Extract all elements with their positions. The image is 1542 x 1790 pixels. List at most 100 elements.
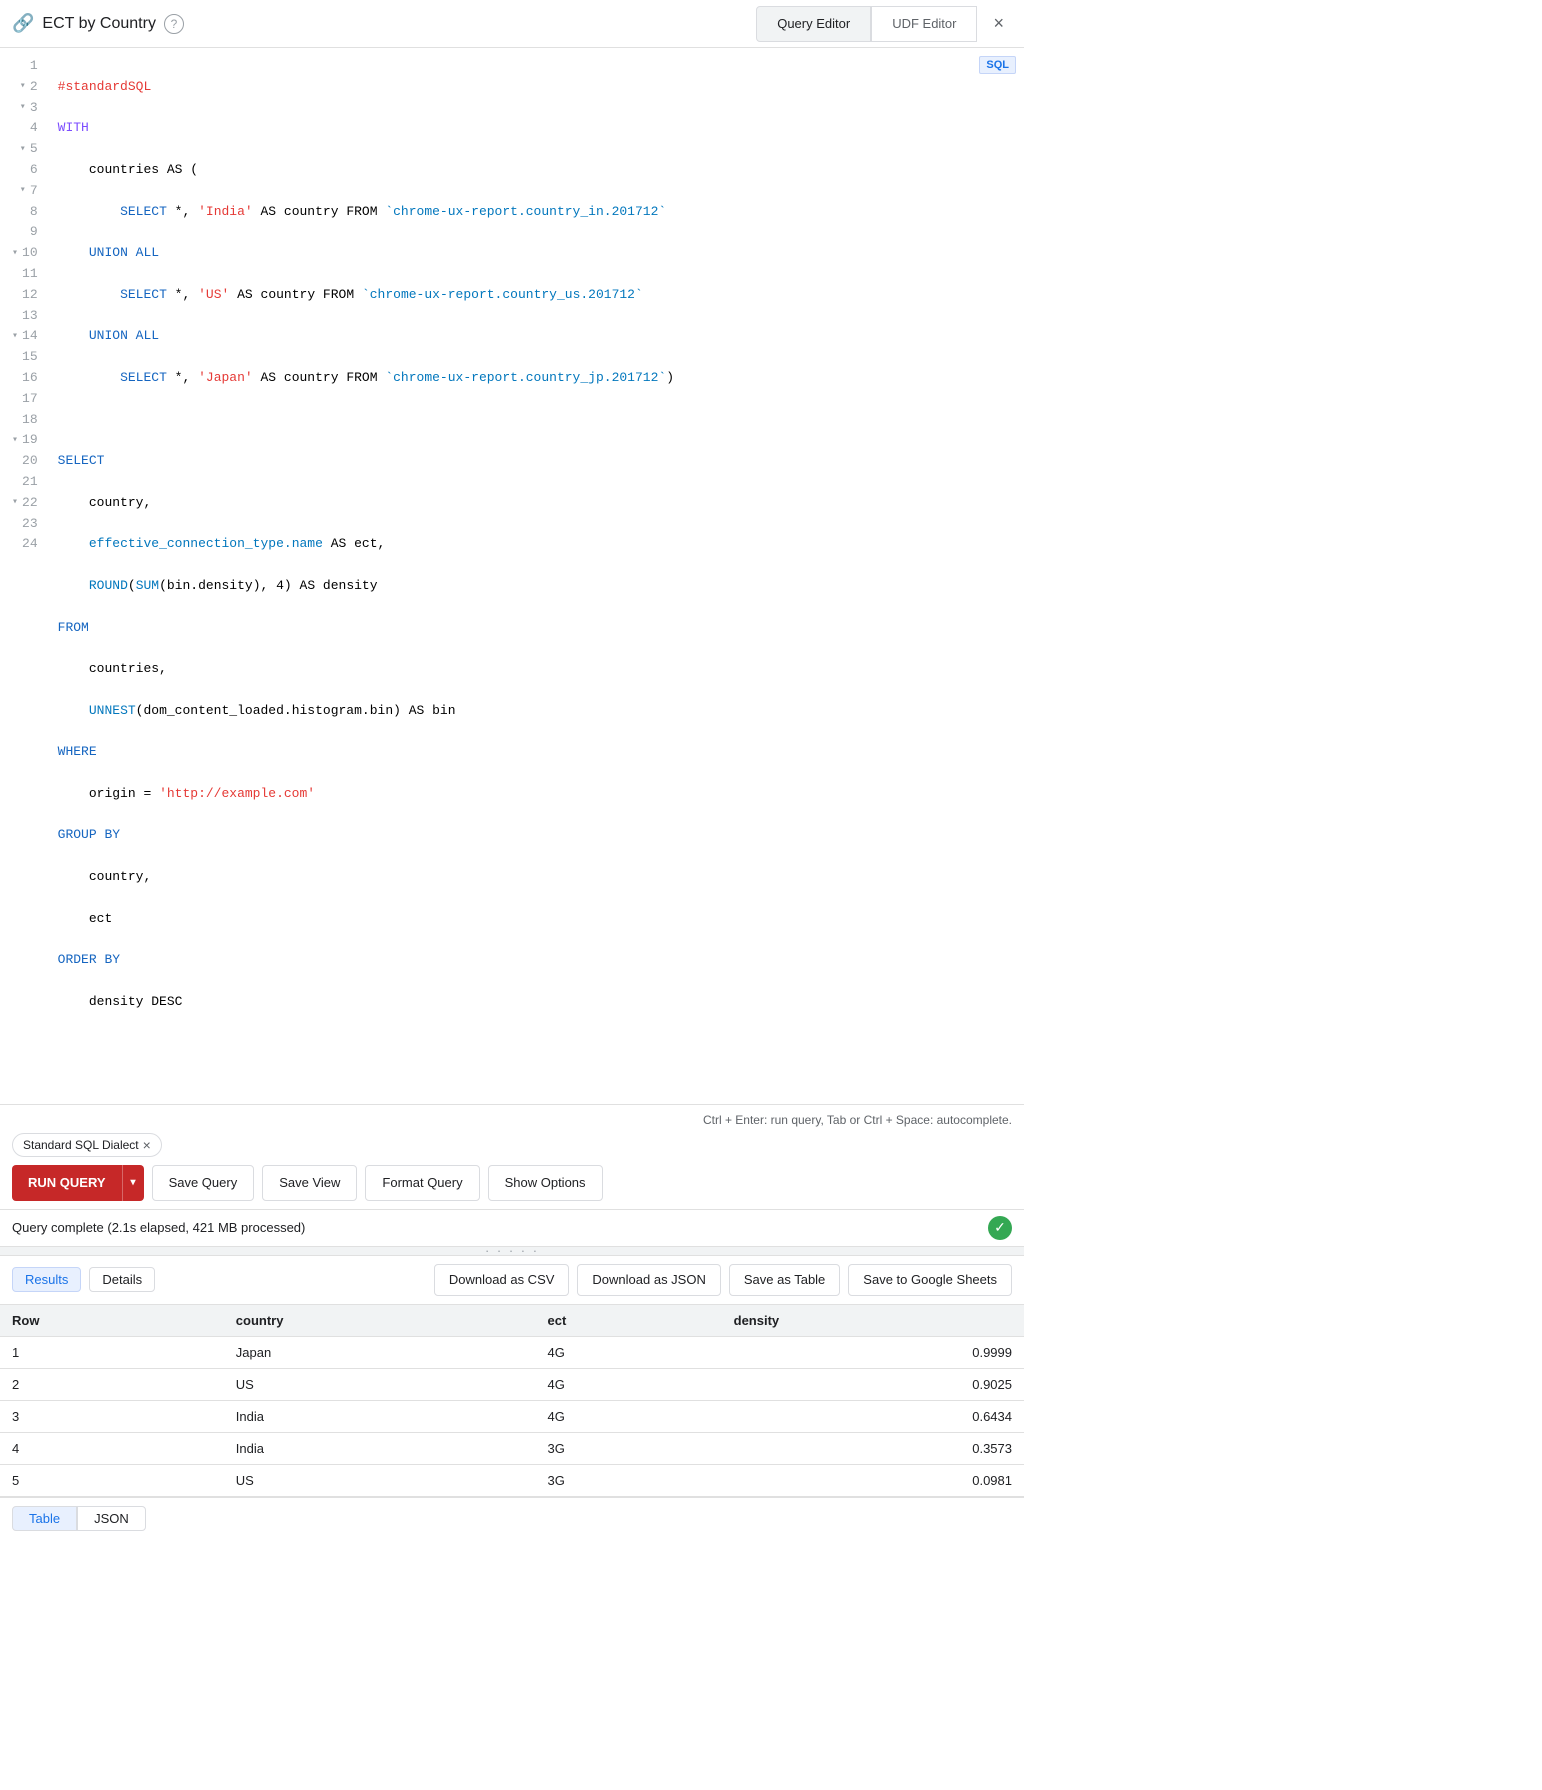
tab-details[interactable]: Details [89, 1267, 155, 1292]
code-line-21: ect [58, 909, 1012, 930]
status-bar: Query complete (2.1s elapsed, 421 MB pro… [0, 1210, 1024, 1247]
tab-query-editor[interactable]: Query Editor [756, 6, 871, 42]
run-query-label: RUN QUERY [12, 1165, 122, 1201]
code-line-15: countries, [58, 659, 1012, 680]
editor-container: SQL 1 ▾2 ▾3 4 ▾5 6 ▾7 8 9 ▾10 11 12 13 ▾… [0, 48, 1024, 1105]
tab-udf-editor[interactable]: UDF Editor [871, 6, 977, 42]
cell-row-2: 2 [0, 1368, 224, 1400]
table-row: 4 India 3G 0.3573 [0, 1432, 1024, 1464]
code-line-11: country, [58, 493, 1012, 514]
cell-density-5: 0.0981 [722, 1464, 1024, 1496]
line-19: ▾19 [12, 430, 38, 451]
code-line-23: density DESC [58, 992, 1012, 1013]
resize-handle[interactable]: · · · · · [0, 1247, 1024, 1255]
line-2: ▾2 [12, 77, 38, 98]
line-22: ▾22 [12, 493, 38, 514]
code-line-13: ROUND(SUM(bin.density), 4) AS density [58, 576, 1012, 597]
link-icon[interactable]: 🔗 [12, 13, 34, 34]
run-query-button[interactable]: RUN QUERY ▾ [12, 1165, 144, 1201]
cell-row-1: 1 [0, 1336, 224, 1368]
code-line-9 [58, 410, 1012, 431]
cell-density-4: 0.3573 [722, 1432, 1024, 1464]
code-line-8: SELECT *, 'Japan' AS country FROM `chrom… [58, 368, 1012, 389]
code-line-7: UNION ALL [58, 326, 1012, 347]
download-json-button[interactable]: Download as JSON [577, 1264, 720, 1296]
results-table: Row country ect density 1 Japan 4G 0.999… [0, 1305, 1024, 1497]
line-3: ▾3 [12, 98, 38, 119]
results-area: Results Details Download as CSV Download… [0, 1255, 1024, 1539]
save-sheets-button[interactable]: Save to Google Sheets [848, 1264, 1012, 1296]
line-4: 4 [12, 118, 38, 139]
header-tabs: Query Editor UDF Editor × [756, 6, 1012, 42]
line-8: 8 [12, 202, 38, 223]
col-header-country: country [224, 1305, 536, 1337]
resize-dots: · · · · · [485, 1243, 539, 1258]
status-text: Query complete (2.1s elapsed, 421 MB pro… [12, 1220, 305, 1235]
line-17: 17 [12, 389, 38, 410]
line-23: 23 [12, 514, 38, 535]
save-view-button[interactable]: Save View [262, 1165, 357, 1201]
code-line-12: effective_connection_type.name AS ect, [58, 534, 1012, 555]
line-5: ▾5 [12, 139, 38, 160]
line-10: ▾10 [12, 243, 38, 264]
line-14: ▾14 [12, 326, 38, 347]
cell-density-2: 0.9025 [722, 1368, 1024, 1400]
line-20: 20 [12, 451, 38, 472]
close-button[interactable]: × [985, 9, 1012, 38]
dialect-bar: Standard SQL Dialect × [12, 1133, 1012, 1157]
cell-country-2: US [224, 1368, 536, 1400]
format-query-button[interactable]: Format Query [365, 1165, 479, 1201]
toolbar-area: Ctrl + Enter: run query, Tab or Ctrl + S… [0, 1105, 1024, 1210]
check-icon: ✓ [988, 1216, 1012, 1240]
cell-row-3: 3 [0, 1400, 224, 1432]
line-15: 15 [12, 347, 38, 368]
code-line-18: origin = 'http://example.com' [58, 784, 1012, 805]
download-csv-button[interactable]: Download as CSV [434, 1264, 570, 1296]
col-header-row: Row [0, 1305, 224, 1337]
cell-row-4: 4 [0, 1432, 224, 1464]
code-lines[interactable]: #standardSQL WITH countries AS ( SELECT … [46, 56, 1024, 1096]
cell-ect-1: 4G [536, 1336, 722, 1368]
line-9: 9 [12, 222, 38, 243]
col-header-ect: ect [536, 1305, 722, 1337]
line-6: 6 [12, 160, 38, 181]
code-line-1: #standardSQL [58, 77, 1012, 98]
line-24: 24 [12, 534, 38, 555]
table-row: 2 US 4G 0.9025 [0, 1368, 1024, 1400]
page-title: ECT by Country [42, 15, 156, 33]
cell-country-3: India [224, 1400, 536, 1432]
code-line-3: countries AS ( [58, 160, 1012, 181]
table-row: 1 Japan 4G 0.9999 [0, 1336, 1024, 1368]
help-icon[interactable]: ? [164, 14, 184, 34]
cell-density-1: 0.9999 [722, 1336, 1024, 1368]
code-line-17: WHERE [58, 742, 1012, 763]
show-options-button[interactable]: Show Options [488, 1165, 603, 1201]
bottom-tab-table[interactable]: Table [12, 1506, 77, 1531]
code-line-20: country, [58, 867, 1012, 888]
run-query-dropdown-arrow[interactable]: ▾ [122, 1165, 144, 1201]
table-header-row: Row country ect density [0, 1305, 1024, 1337]
line-21: 21 [12, 472, 38, 493]
code-line-10: SELECT [58, 451, 1012, 472]
tab-results[interactable]: Results [12, 1267, 81, 1292]
cell-country-5: US [224, 1464, 536, 1496]
code-line-2: WITH [58, 118, 1012, 139]
code-line-22: ORDER BY [58, 950, 1012, 971]
sql-badge: SQL [979, 56, 1016, 74]
save-table-button[interactable]: Save as Table [729, 1264, 840, 1296]
code-line-6: SELECT *, 'US' AS country FROM `chrome-u… [58, 285, 1012, 306]
cell-country-4: India [224, 1432, 536, 1464]
bottom-tab-json[interactable]: JSON [77, 1506, 146, 1531]
dialect-close-icon[interactable]: × [143, 1137, 151, 1153]
line-12: 12 [12, 285, 38, 306]
code-editor[interactable]: 1 ▾2 ▾3 4 ▾5 6 ▾7 8 9 ▾10 11 12 13 ▾14 1… [0, 48, 1024, 1104]
line-13: 13 [12, 306, 38, 327]
save-query-button[interactable]: Save Query [152, 1165, 255, 1201]
code-line-5: UNION ALL [58, 243, 1012, 264]
code-line-16: UNNEST(dom_content_loaded.histogram.bin)… [58, 701, 1012, 722]
bottom-tabs: Table JSON [0, 1497, 1024, 1539]
line-16: 16 [12, 368, 38, 389]
cell-density-3: 0.6434 [722, 1400, 1024, 1432]
button-row: RUN QUERY ▾ Save Query Save View Format … [12, 1165, 1012, 1201]
code-line-19: GROUP BY [58, 825, 1012, 846]
